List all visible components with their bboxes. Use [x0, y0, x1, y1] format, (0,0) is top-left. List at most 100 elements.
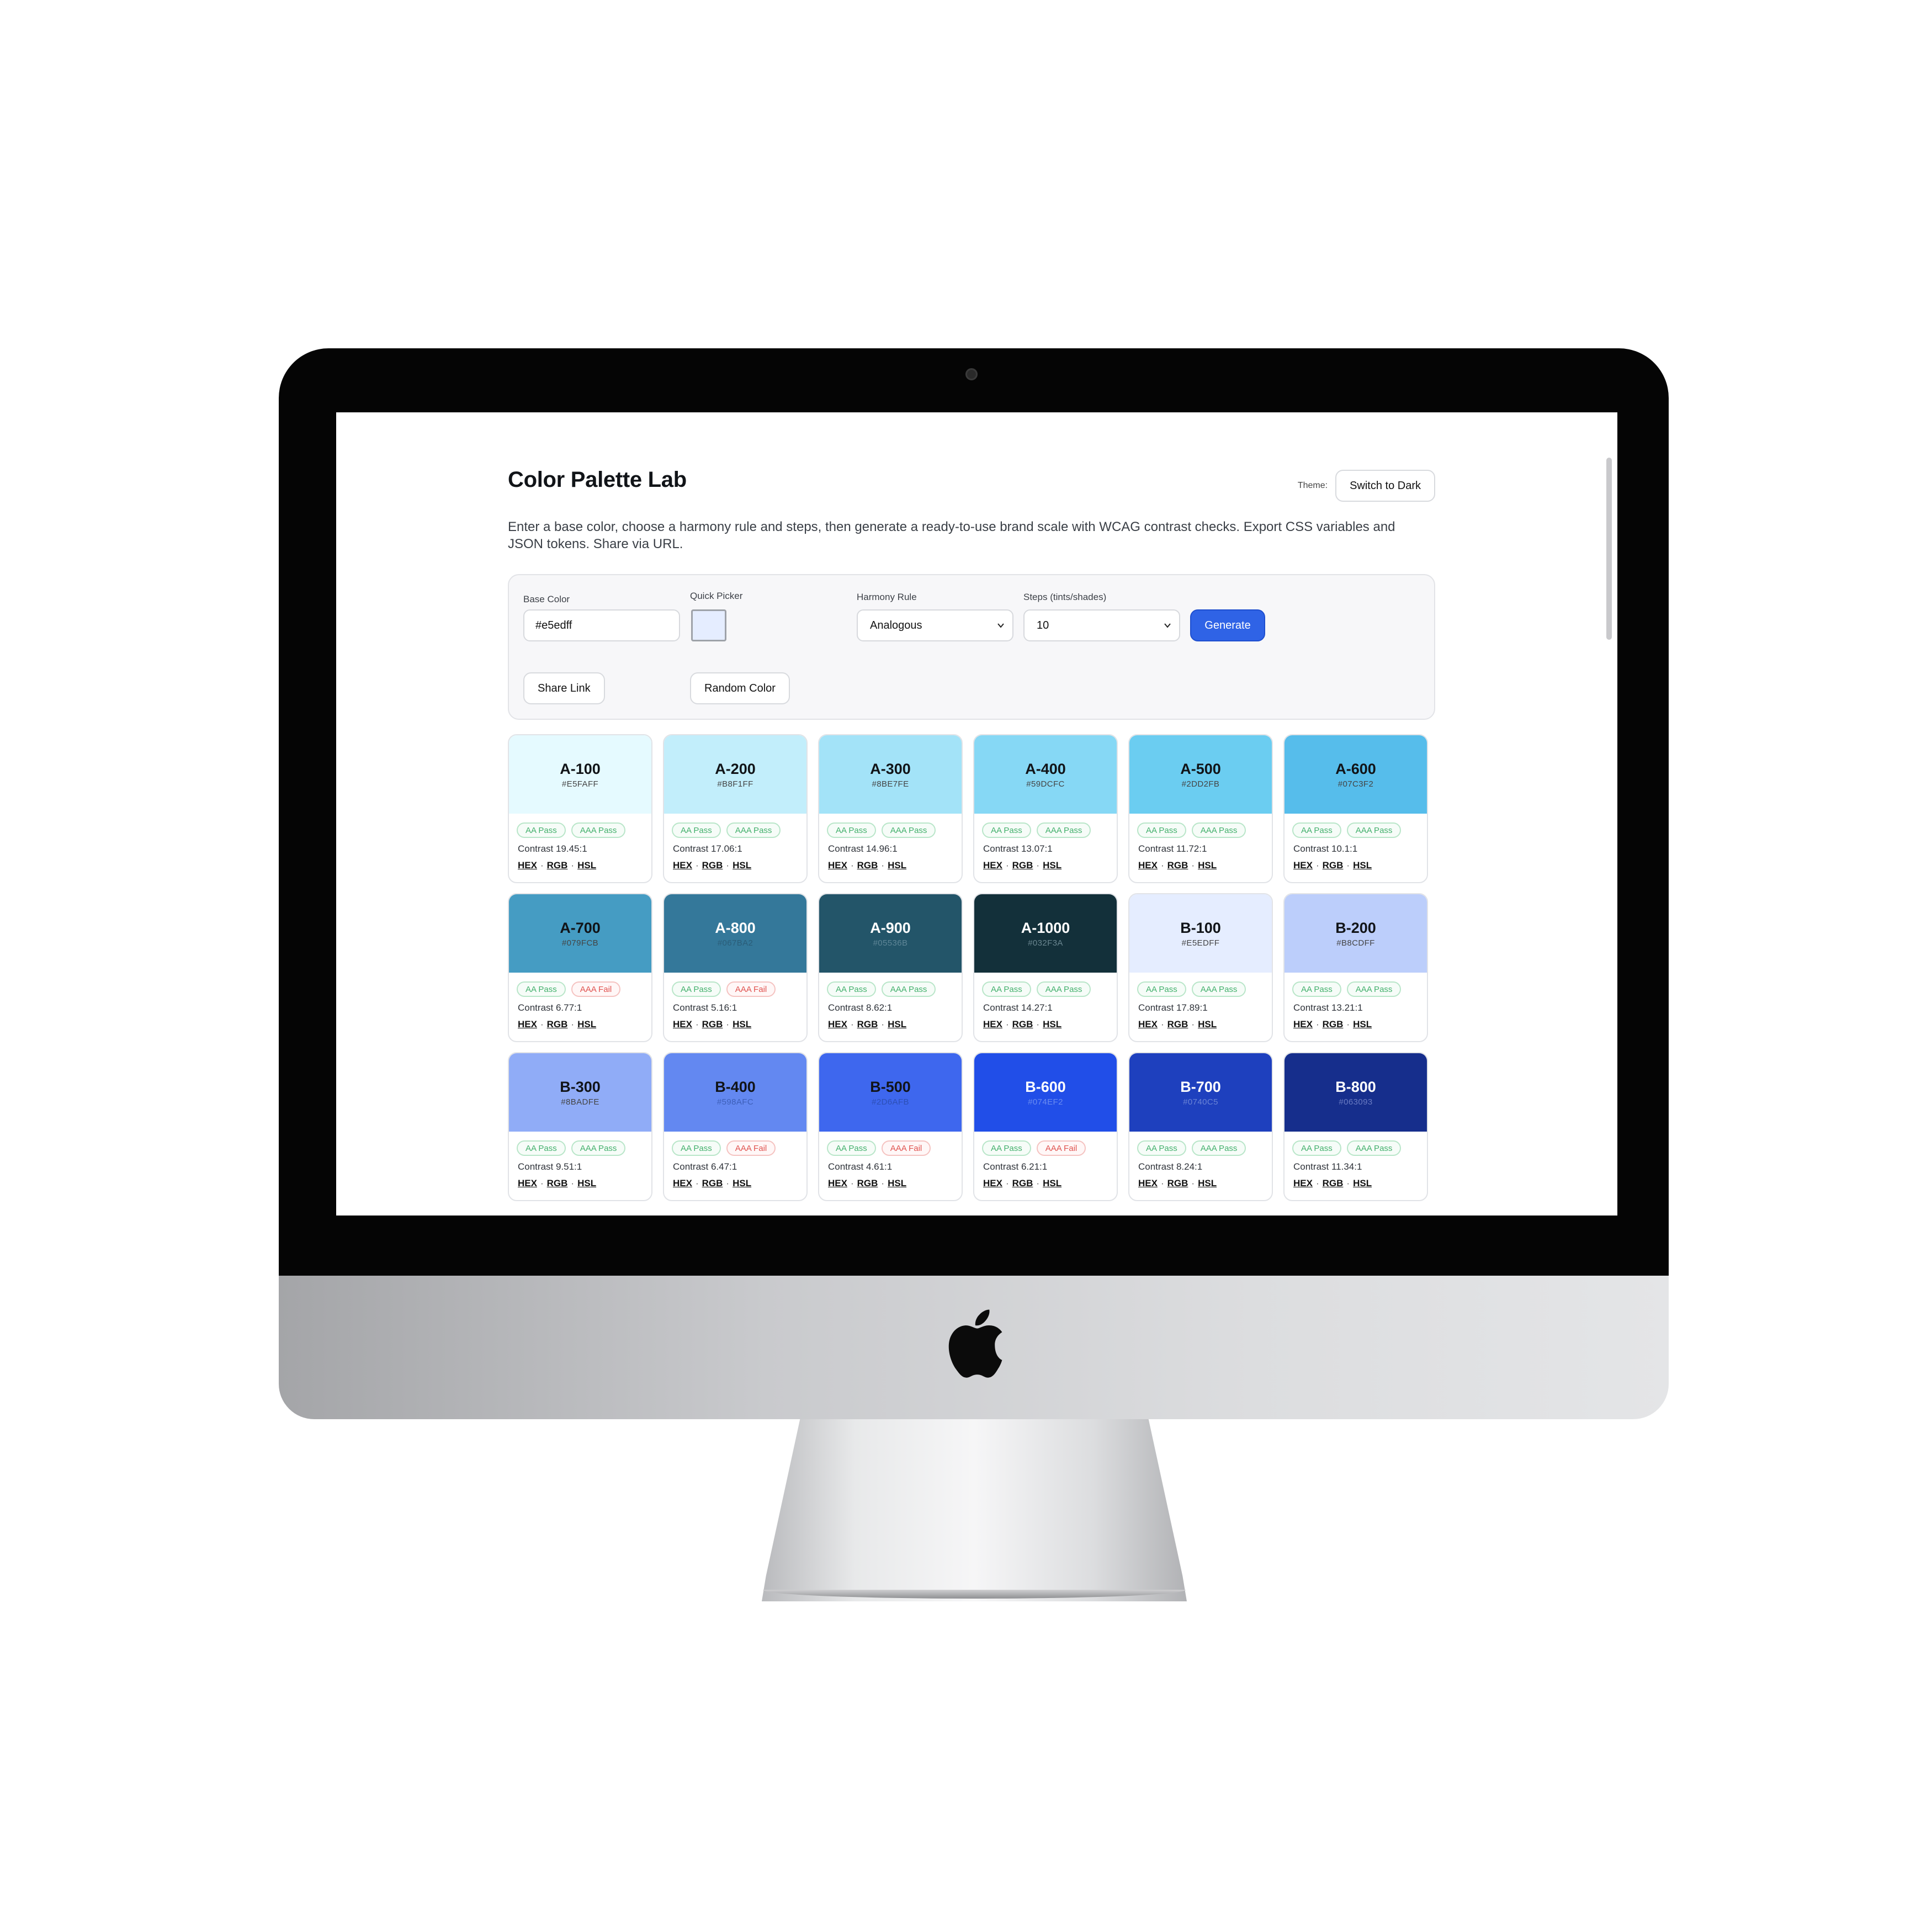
steps-select[interactable]: 10 — [1023, 609, 1180, 641]
share-link-button[interactable]: Share Link — [523, 672, 605, 704]
copy-hex-link[interactable]: HEX — [673, 1019, 692, 1030]
color-swatch[interactable]: B-500 #2D6AFB — [819, 1053, 962, 1132]
color-card[interactable]: A-700 #079FCB AA Pass AAA Fail Contrast 6.77… — [508, 893, 652, 1042]
copy-hex-link[interactable]: HEX — [828, 1019, 847, 1030]
color-swatch[interactable]: B-200 #B8CDFF — [1285, 894, 1427, 973]
copy-hex-link[interactable]: HEX — [518, 860, 537, 871]
copy-hex-link[interactable]: HEX — [828, 1178, 847, 1189]
quick-color-picker[interactable] — [691, 609, 726, 641]
copy-hsl-link[interactable]: HSL — [577, 1019, 596, 1030]
color-card[interactable]: B-700 #0740C5 AA Pass AAA Pass Contrast 8.24… — [1128, 1052, 1273, 1201]
copy-hsl-link[interactable]: HSL — [1198, 1178, 1217, 1189]
color-swatch[interactable]: A-1000 #032F3A — [974, 894, 1117, 973]
color-swatch[interactable]: B-700 #0740C5 — [1129, 1053, 1272, 1132]
copy-hex-link[interactable]: HEX — [1293, 1019, 1313, 1030]
copy-rgb-link[interactable]: RGB — [857, 1178, 878, 1189]
copy-hsl-link[interactable]: HSL — [1198, 860, 1217, 871]
copy-hsl-link[interactable]: HSL — [1353, 1178, 1372, 1189]
copy-rgb-link[interactable]: RGB — [1167, 1178, 1188, 1189]
color-swatch[interactable]: B-100 #E5EDFF — [1129, 894, 1272, 973]
copy-rgb-link[interactable]: RGB — [1012, 1019, 1033, 1030]
copy-hsl-link[interactable]: HSL — [1043, 1178, 1061, 1189]
color-card[interactable]: B-500 #2D6AFB AA Pass AAA Fail Contrast 4.61… — [818, 1052, 963, 1201]
copy-hsl-link[interactable]: HSL — [1353, 1019, 1372, 1030]
color-card[interactable]: B-100 #E5EDFF AA Pass AAA Pass Contrast 17.8… — [1128, 893, 1273, 1042]
color-card[interactable]: A-900 #05536B AA Pass AAA Pass Contrast 8.62… — [818, 893, 963, 1042]
copy-rgb-link[interactable]: RGB — [1167, 1019, 1188, 1030]
copy-hex-link[interactable]: HEX — [983, 860, 1002, 871]
copy-rgb-link[interactable]: RGB — [1012, 1178, 1033, 1189]
color-card[interactable]: B-300 #8BADFE AA Pass AAA Pass Contrast 9.51… — [508, 1052, 652, 1201]
copy-hex-link[interactable]: HEX — [1138, 860, 1158, 871]
color-swatch[interactable]: B-600 #074EF2 — [974, 1053, 1117, 1132]
color-card[interactable]: A-1000 #032F3A AA Pass AAA Pass Contrast 14.… — [973, 893, 1118, 1042]
scrollbar[interactable] — [1605, 458, 1613, 1208]
copy-hsl-link[interactable]: HSL — [1198, 1019, 1217, 1030]
copy-rgb-link[interactable]: RGB — [1323, 860, 1344, 871]
copy-hsl-link[interactable]: HSL — [888, 860, 906, 871]
copy-hsl-link[interactable]: HSL — [733, 860, 751, 871]
copy-rgb-link[interactable]: RGB — [547, 1019, 568, 1030]
color-card[interactable]: B-800 #063093 AA Pass AAA Pass Contrast 11.3… — [1283, 1052, 1428, 1201]
copy-hsl-link[interactable]: HSL — [888, 1019, 906, 1030]
color-card[interactable]: A-600 #07C3F2 AA Pass AAA Pass Contrast 10.1… — [1283, 734, 1428, 883]
copy-hex-link[interactable]: HEX — [983, 1019, 1002, 1030]
copy-rgb-link[interactable]: RGB — [702, 1019, 723, 1030]
color-card[interactable]: A-200 #B8F1FF AA Pass AAA Pass Contrast 17.0… — [663, 734, 808, 883]
copy-hex-link[interactable]: HEX — [1138, 1178, 1158, 1189]
color-card[interactable]: A-300 #8BE7FE AA Pass AAA Pass Contrast 14.9… — [818, 734, 963, 883]
copy-hex-link[interactable]: HEX — [1293, 1178, 1313, 1189]
harmony-rule-select[interactable]: Analogous — [857, 609, 1013, 641]
color-swatch[interactable]: A-700 #079FCB — [509, 894, 651, 973]
color-swatch[interactable]: A-300 #8BE7FE — [819, 735, 962, 814]
copy-rgb-link[interactable]: RGB — [1323, 1019, 1344, 1030]
copy-hsl-link[interactable]: HSL — [733, 1178, 751, 1189]
color-card[interactable]: A-400 #59DCFC AA Pass AAA Pass Contrast 13.0… — [973, 734, 1118, 883]
color-swatch[interactable]: A-200 #B8F1FF — [664, 735, 806, 814]
copy-hex-link[interactable]: HEX — [673, 860, 692, 871]
copy-rgb-link[interactable]: RGB — [702, 1178, 723, 1189]
switch-theme-button[interactable]: Switch to Dark — [1335, 470, 1435, 502]
color-swatch[interactable]: A-900 #05536B — [819, 894, 962, 973]
color-card[interactable]: A-500 #2DD2FB AA Pass AAA Pass Contrast 11.7… — [1128, 734, 1273, 883]
color-card[interactable]: A-100 #E5FAFF AA Pass AAA Pass Contrast 19.4… — [508, 734, 652, 883]
copy-hsl-link[interactable]: HSL — [577, 860, 596, 871]
color-swatch[interactable]: A-500 #2DD2FB — [1129, 735, 1272, 814]
color-swatch[interactable]: A-400 #59DCFC — [974, 735, 1117, 814]
copy-rgb-link[interactable]: RGB — [857, 1019, 878, 1030]
copy-hex-link[interactable]: HEX — [518, 1019, 537, 1030]
color-card[interactable]: B-200 #B8CDFF AA Pass AAA Pass Contrast 13.2… — [1283, 893, 1428, 1042]
base-color-input[interactable]: #e5edff — [523, 609, 680, 641]
copy-rgb-link[interactable]: RGB — [1323, 1178, 1344, 1189]
copy-hsl-link[interactable]: HSL — [888, 1178, 906, 1189]
color-card[interactable]: A-800 #067BA2 AA Pass AAA Fail Contrast 5.16… — [663, 893, 808, 1042]
copy-hex-link[interactable]: HEX — [673, 1178, 692, 1189]
copy-hsl-link[interactable]: HSL — [577, 1178, 596, 1189]
copy-hex-link[interactable]: HEX — [828, 860, 847, 871]
copy-rgb-link[interactable]: RGB — [1012, 860, 1033, 871]
color-swatch[interactable]: A-800 #067BA2 — [664, 894, 806, 973]
copy-rgb-link[interactable]: RGB — [1167, 860, 1188, 871]
color-card[interactable]: B-400 #598AFC AA Pass AAA Fail Contrast 6.47… — [663, 1052, 808, 1201]
color-swatch[interactable]: B-800 #063093 — [1285, 1053, 1427, 1132]
copy-hex-link[interactable]: HEX — [1138, 1019, 1158, 1030]
color-swatch[interactable]: B-400 #598AFC — [664, 1053, 806, 1132]
copy-hsl-link[interactable]: HSL — [1353, 860, 1372, 871]
copy-rgb-link[interactable]: RGB — [547, 860, 568, 871]
copy-hex-link[interactable]: HEX — [983, 1178, 1002, 1189]
color-card[interactable]: B-600 #074EF2 AA Pass AAA Fail Contrast 6.21… — [973, 1052, 1118, 1201]
random-color-button[interactable]: Random Color — [690, 672, 790, 704]
copy-hsl-link[interactable]: HSL — [733, 1019, 751, 1030]
copy-hsl-link[interactable]: HSL — [1043, 1019, 1061, 1030]
color-swatch[interactable]: B-300 #8BADFE — [509, 1053, 651, 1132]
copy-hex-link[interactable]: HEX — [518, 1178, 537, 1189]
copy-rgb-link[interactable]: RGB — [857, 860, 878, 871]
copy-rgb-link[interactable]: RGB — [702, 860, 723, 871]
generate-button[interactable]: Generate — [1190, 609, 1265, 641]
copy-hsl-link[interactable]: HSL — [1043, 860, 1061, 871]
copy-rgb-link[interactable]: RGB — [547, 1178, 568, 1189]
scrollbar-thumb[interactable] — [1606, 458, 1612, 640]
copy-hex-link[interactable]: HEX — [1293, 860, 1313, 871]
color-swatch[interactable]: A-600 #07C3F2 — [1285, 735, 1427, 814]
color-swatch[interactable]: A-100 #E5FAFF — [509, 735, 651, 814]
